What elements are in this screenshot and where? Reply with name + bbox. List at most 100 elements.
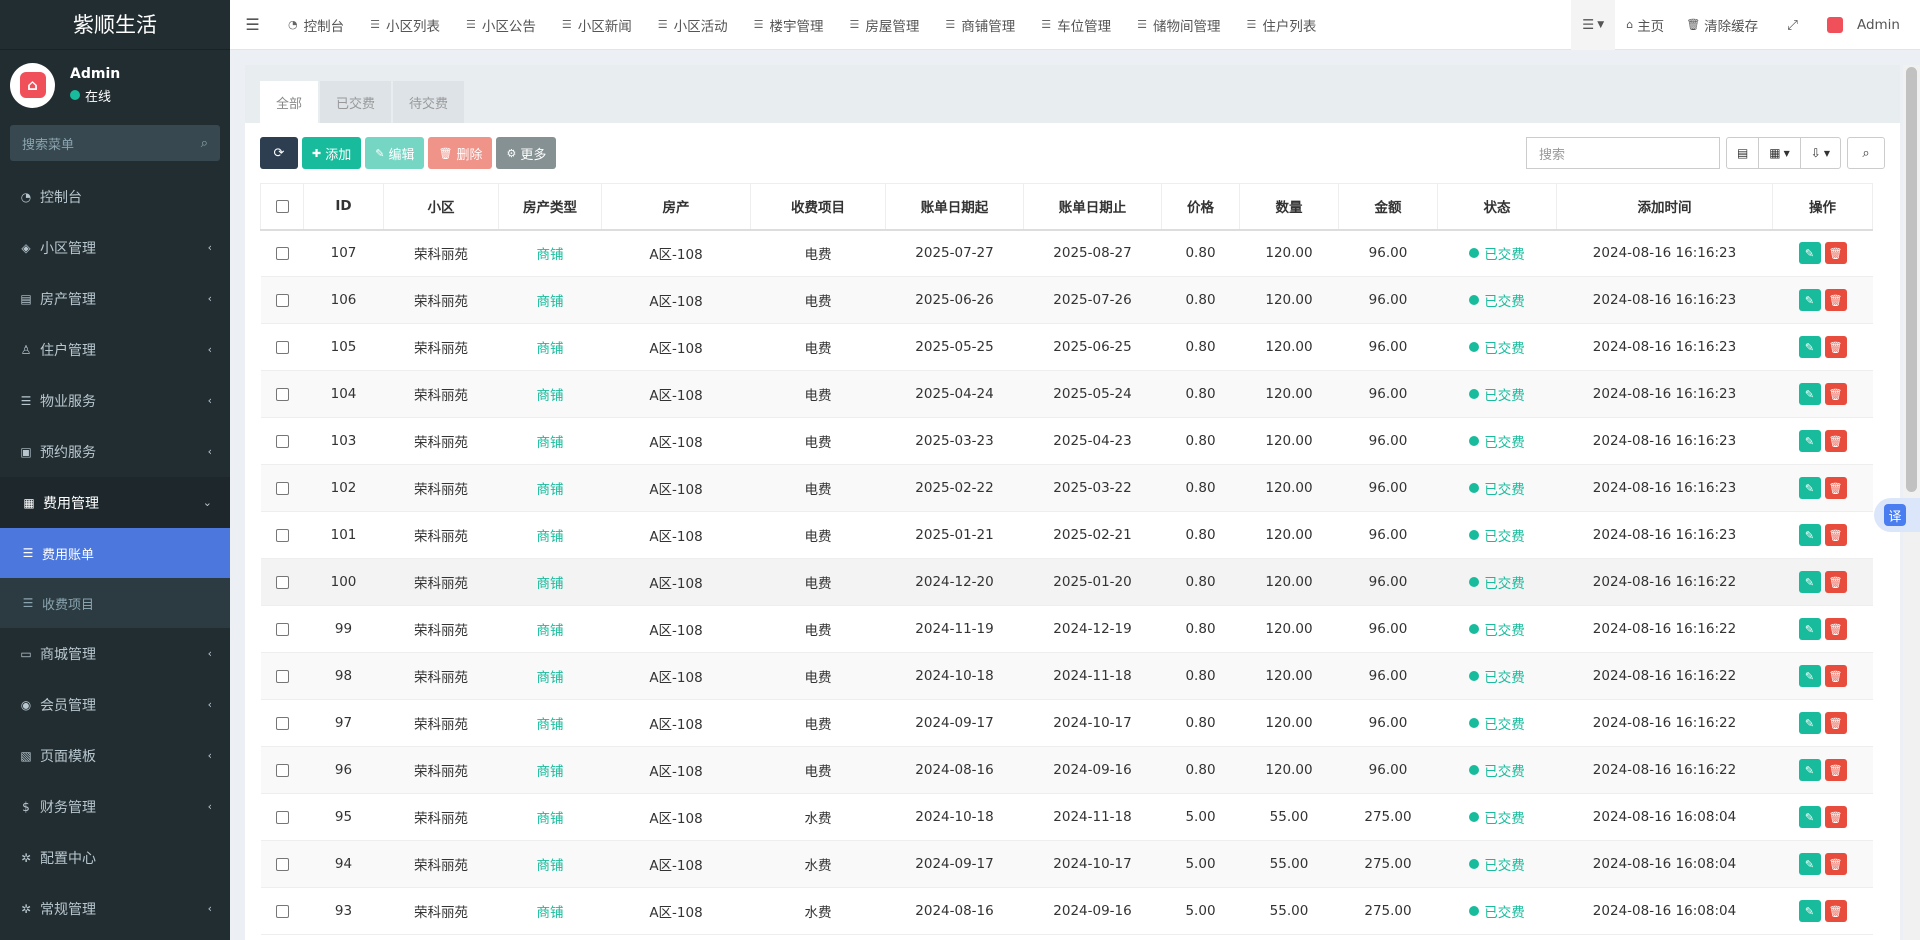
table-row[interactable]: 105 荣科丽苑 商铺 A区-108 电费 2025-05-25 2025-06-25 0.8… — [260, 323, 1873, 371]
nav-tab-notices[interactable]: ☰ 小区公告 — [453, 0, 549, 50]
nav-tab-news[interactable]: ☰ 小区新闻 — [549, 0, 645, 50]
sidebar-item-config[interactable]: ✲ 配置中心 — [0, 832, 230, 883]
edit-button[interactable]: ✎ 编辑 — [365, 137, 425, 169]
row-delete-button[interactable]: 🗑 — [1824, 618, 1847, 640]
sidebar-item-services[interactable]: ☰ 物业服务 ‹ — [0, 375, 230, 426]
sidebar-item-general[interactable]: ✲ 常规管理 ‹ — [0, 883, 230, 934]
sidebar-item-property[interactable]: ▤ 房产管理 ‹ — [0, 273, 230, 324]
app-logo[interactable]: 紫顺生活 — [0, 0, 230, 50]
table-row[interactable]: 98 荣科丽苑 商铺 A区-108 电费 2024-10-18 2024-11-18 0.80… — [260, 652, 1873, 700]
search-button[interactable]: ⌕ — [1847, 137, 1885, 169]
toggle-view-icon[interactable]: ▤ — [1727, 138, 1760, 168]
sidebar-subitem-bills[interactable]: ☰ 费用账单 — [0, 528, 230, 578]
nav-tab-community-list[interactable]: ☰ 小区列表 — [357, 0, 453, 50]
row-checkbox[interactable] — [275, 434, 289, 448]
column-header[interactable]: 收费项目 — [750, 183, 886, 231]
property-type-link[interactable]: 商铺 — [498, 464, 602, 512]
row-delete-button[interactable]: 🗑 — [1824, 430, 1847, 452]
property-type-link[interactable]: 商铺 — [498, 558, 602, 606]
column-header[interactable]: ID — [303, 183, 384, 231]
sidebar-item-booking[interactable]: ▣ 预约服务 ‹ — [0, 426, 230, 477]
nav-tab-parking[interactable]: ☰ 车位管理 — [1028, 0, 1124, 50]
row-delete-button[interactable]: 🗑 — [1824, 289, 1847, 311]
property-type-link[interactable]: 商铺 — [498, 417, 602, 465]
menu-toggle-icon[interactable]: ☰ — [230, 0, 275, 50]
home-link[interactable]: ⌂ 主页 — [1615, 0, 1675, 50]
row-edit-button[interactable]: ✎ — [1798, 242, 1821, 265]
row-edit-button[interactable]: ✎ — [1798, 618, 1821, 640]
table-row[interactable]: 103 荣科丽苑 商铺 A区-108 电费 2025-03-23 2025-04-23 0.8… — [260, 417, 1873, 465]
row-checkbox[interactable] — [275, 293, 289, 307]
table-row[interactable]: 106 荣科丽苑 商铺 A区-108 电费 2025-06-26 2025-07-26 0.8… — [260, 276, 1873, 324]
row-delete-button[interactable]: 🗑 — [1824, 853, 1847, 875]
table-row[interactable]: 107 荣科丽苑 商铺 A区-108 电费 2025-07-27 2025-08-27 0.8… — [260, 229, 1873, 277]
row-checkbox[interactable] — [275, 810, 289, 824]
search-icon[interactable]: ⌕ — [201, 136, 208, 151]
column-header[interactable]: 价格 — [1161, 183, 1240, 231]
property-type-link[interactable]: 商铺 — [498, 887, 602, 935]
clear-cache-button[interactable]: 🗑 清除缓存 — [1675, 0, 1769, 50]
column-header[interactable]: 账单日期止 — [1023, 183, 1162, 231]
sidebar-item-residents[interactable]: ♙ 住户管理 ‹ — [0, 324, 230, 375]
nav-tab-houses[interactable]: ☰ 房屋管理 — [836, 0, 932, 50]
property-type-link[interactable]: 商铺 — [498, 276, 602, 324]
property-type-link[interactable]: 商铺 — [498, 323, 602, 371]
row-delete-button[interactable]: 🗑 — [1824, 900, 1847, 922]
columns-dropdown[interactable]: ▦ ▼ — [1759, 138, 1801, 168]
property-type-link[interactable]: 商铺 — [498, 229, 602, 277]
nav-tab-dashboard[interactable]: ◔ 控制台 — [275, 0, 357, 50]
column-header[interactable]: 添加时间 — [1556, 183, 1773, 231]
sidebar-item-finance[interactable]: $ 财务管理 ‹ — [0, 781, 230, 832]
row-delete-button[interactable]: 🗑 — [1824, 665, 1847, 687]
table-row[interactable]: 100 荣科丽苑 商铺 A区-108 电费 2024-12-20 2025-01-20 0.8… — [260, 558, 1873, 606]
row-checkbox[interactable] — [275, 575, 289, 589]
table-row[interactable]: 102 荣科丽苑 商铺 A区-108 电费 2025-02-22 2025-03-22 0.8… — [260, 464, 1873, 512]
row-edit-button[interactable]: ✎ — [1798, 759, 1821, 781]
row-checkbox[interactable] — [275, 528, 289, 542]
column-header[interactable]: 小区 — [383, 183, 499, 231]
row-delete-button[interactable]: 🗑 — [1824, 242, 1847, 265]
export-dropdown[interactable]: ⇩ ▼ — [1801, 138, 1840, 168]
row-checkbox[interactable] — [275, 246, 289, 260]
table-row[interactable]: 104 荣科丽苑 商铺 A区-108 电费 2025-04-24 2025-05-24 0.8… — [260, 370, 1873, 418]
table-row[interactable]: 96 荣科丽苑 商铺 A区-108 电费 2024-08-16 2024-09-16 0.80… — [260, 746, 1873, 794]
table-row[interactable]: 101 荣科丽苑 商铺 A区-108 电费 2025-01-21 2025-02-21 0.8… — [260, 511, 1873, 559]
column-header[interactable]: 金额 — [1338, 183, 1438, 231]
row-edit-button[interactable]: ✎ — [1798, 430, 1821, 452]
tabs-dropdown-button[interactable]: ☰ ▼ — [1571, 0, 1616, 50]
property-type-link[interactable]: 商铺 — [498, 840, 602, 888]
table-search-input[interactable]: 搜索 — [1525, 137, 1720, 169]
row-checkbox[interactable] — [275, 857, 289, 871]
row-delete-button[interactable]: 🗑 — [1824, 806, 1847, 828]
admin-user-menu[interactable]: Admin — [1816, 0, 1920, 50]
row-edit-button[interactable]: ✎ — [1798, 383, 1821, 405]
nav-tab-shops[interactable]: ☰ 商铺管理 — [932, 0, 1028, 50]
column-header[interactable]: 账单日期起 — [885, 183, 1024, 231]
add-button[interactable]: ✚ 添加 — [302, 137, 362, 169]
property-type-link[interactable]: 商铺 — [498, 605, 602, 653]
scrollbar-thumb[interactable] — [1906, 67, 1917, 492]
row-edit-button[interactable]: ✎ — [1798, 712, 1821, 734]
row-checkbox[interactable] — [275, 481, 289, 495]
row-delete-button[interactable]: 🗑 — [1824, 477, 1847, 499]
row-checkbox[interactable] — [275, 904, 289, 918]
row-edit-button[interactable]: ✎ — [1798, 900, 1821, 922]
sidebar-item-templates[interactable]: ▧ 页面模板 ‹ — [0, 730, 230, 781]
nav-tab-storage[interactable]: ☰ 储物间管理 — [1124, 0, 1233, 50]
row-edit-button[interactable]: ✎ — [1798, 571, 1821, 593]
refresh-button[interactable]: ⟳ — [260, 137, 298, 169]
row-delete-button[interactable]: 🗑 — [1824, 336, 1847, 358]
property-type-link[interactable]: 商铺 — [498, 746, 602, 794]
tab-unpaid[interactable]: 待交费 — [393, 81, 465, 123]
sidebar-subitem-charge-items[interactable]: ☰ 收费项目 — [0, 578, 230, 628]
row-delete-button[interactable]: 🗑 — [1824, 759, 1847, 781]
fullscreen-icon[interactable]: ⤢ — [1769, 0, 1816, 50]
nav-tab-buildings[interactable]: ☰ 楼宇管理 — [741, 0, 837, 50]
tab-all[interactable]: 全部 — [260, 81, 319, 123]
table-row[interactable]: 95 荣科丽苑 商铺 A区-108 水费 2024-10-18 2024-11-18 5.00… — [260, 793, 1873, 841]
menu-search-input[interactable]: 搜索菜单 ⌕ — [10, 125, 220, 161]
sidebar-item-members[interactable]: ◉ 会员管理 ‹ — [0, 679, 230, 730]
row-checkbox[interactable] — [275, 340, 289, 354]
row-edit-button[interactable]: ✎ — [1798, 806, 1821, 828]
sidebar-item-mall[interactable]: ▭ 商城管理 ‹ — [0, 628, 230, 679]
